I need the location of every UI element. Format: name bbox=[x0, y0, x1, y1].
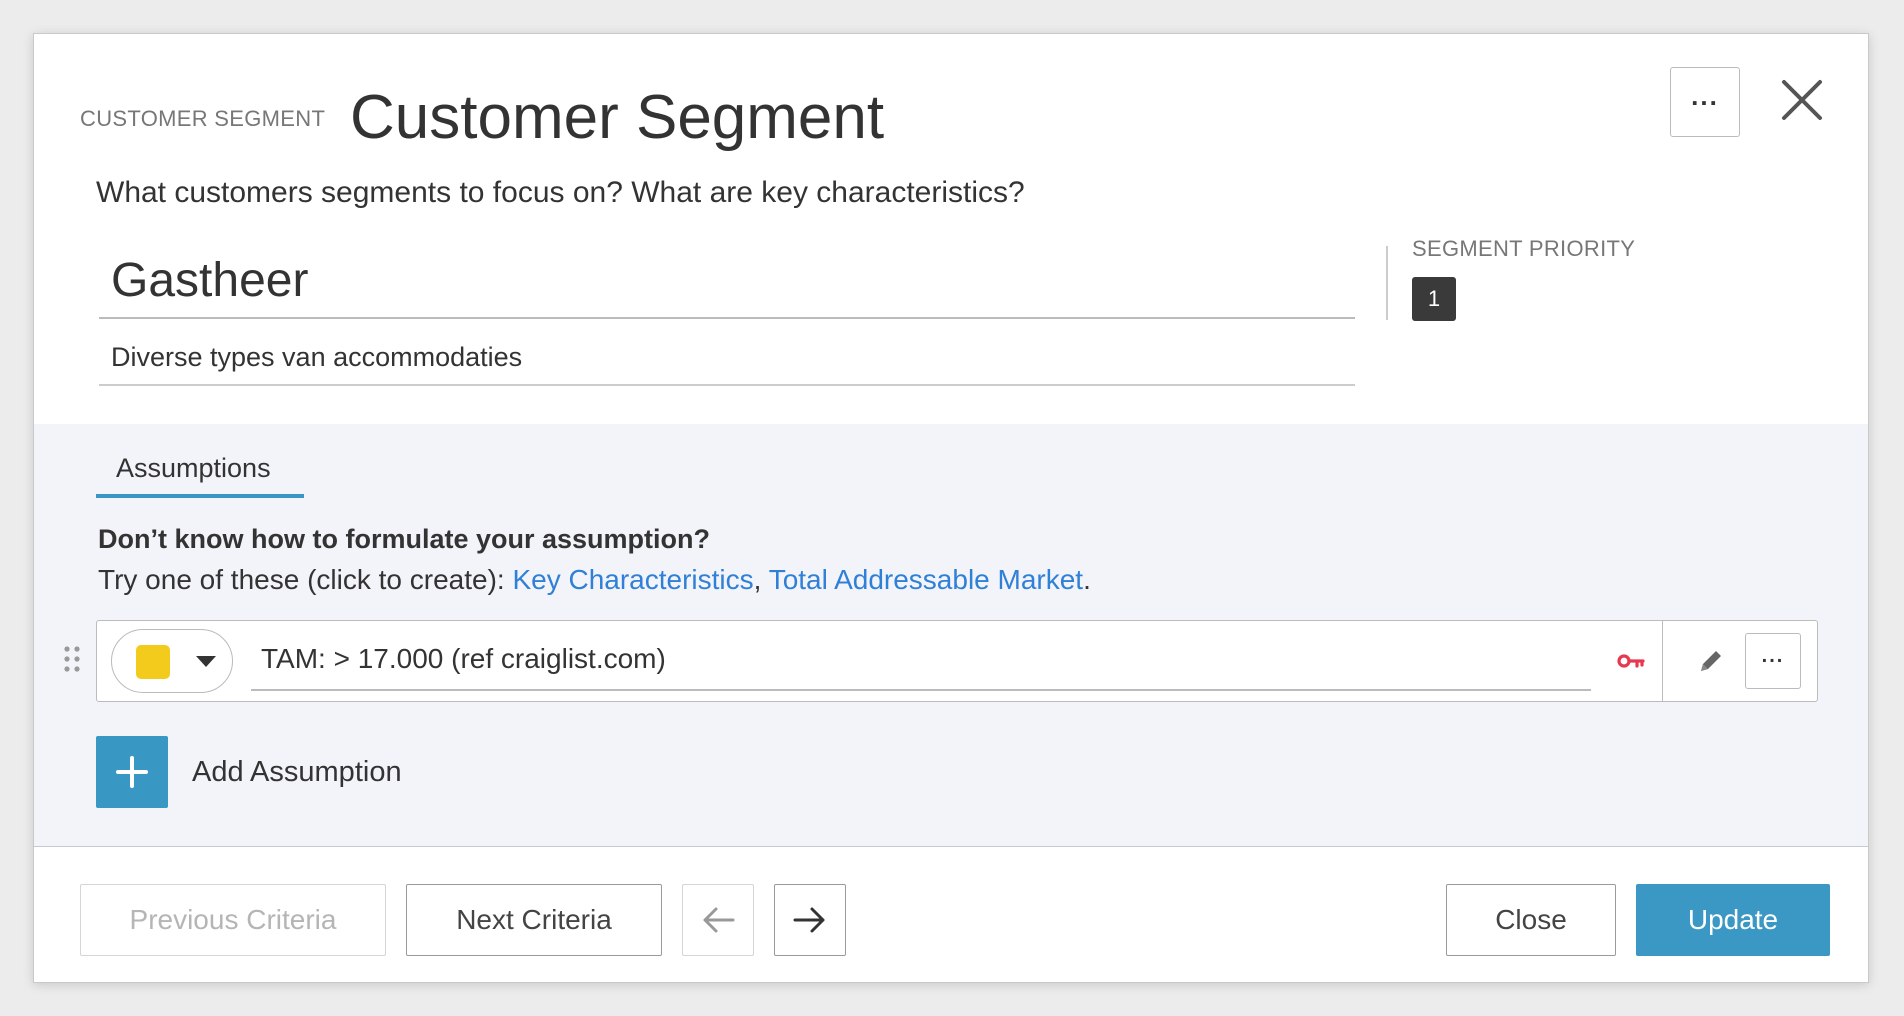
close-icon[interactable] bbox=[1774, 72, 1830, 128]
plus-icon bbox=[116, 756, 148, 788]
update-button[interactable]: Update bbox=[1636, 884, 1830, 956]
pencil-icon[interactable] bbox=[1695, 645, 1727, 677]
assumption-text-field[interactable] bbox=[251, 631, 1591, 691]
total-addressable-market-link[interactable]: Total Addressable Market bbox=[769, 564, 1083, 595]
segment-name-input[interactable] bbox=[99, 239, 1355, 322]
assumption-more-button[interactable]: ... bbox=[1745, 633, 1801, 689]
segment-priority-label: SEGMENT PRIORITY bbox=[1412, 236, 1636, 261]
segment-question: What customers segments to focus on? Wha… bbox=[96, 176, 1025, 209]
hint-separator: , bbox=[753, 564, 769, 595]
assumption-hint-prefix: Try one of these (click to create): bbox=[98, 564, 513, 595]
next-arrow-button[interactable] bbox=[774, 884, 846, 956]
color-swatch bbox=[136, 645, 170, 679]
segment-priority-badge[interactable]: 1 bbox=[1412, 277, 1456, 321]
customer-segment-dialog: CUSTOMER SEGMENT Customer Segment ... Wh… bbox=[33, 33, 1869, 983]
assumption-text-input[interactable] bbox=[251, 631, 1591, 687]
dialog-title: Customer Segment bbox=[350, 83, 885, 152]
dialog-type-label: CUSTOMER SEGMENT bbox=[80, 106, 326, 131]
key-characteristics-link[interactable]: Key Characteristics bbox=[512, 564, 753, 595]
assumption-hint-line: Try one of these (click to create): Key … bbox=[98, 564, 1091, 596]
more-icon: ... bbox=[1691, 81, 1719, 111]
segment-description-input[interactable] bbox=[99, 334, 1355, 381]
assumptions-panel: Assumptions Don’t know how to formulate … bbox=[34, 424, 1868, 847]
chevron-down-icon bbox=[196, 656, 216, 667]
assumption-row: ... bbox=[96, 620, 1818, 702]
more-options-button[interactable]: ... bbox=[1670, 67, 1740, 137]
hint-period: . bbox=[1083, 564, 1091, 595]
tab-assumptions[interactable]: Assumptions bbox=[96, 450, 304, 498]
vertical-divider bbox=[1386, 246, 1388, 320]
add-assumption-button[interactable] bbox=[96, 736, 168, 808]
row-divider bbox=[1662, 621, 1663, 701]
previous-criteria-button[interactable]: Previous Criteria bbox=[80, 884, 386, 956]
arrow-left-icon bbox=[703, 907, 735, 933]
key-icon[interactable] bbox=[1617, 649, 1645, 673]
add-assumption-label[interactable]: Add Assumption bbox=[192, 756, 402, 789]
more-icon: ... bbox=[1761, 645, 1785, 667]
segment-name-field[interactable] bbox=[99, 239, 1355, 322]
assumption-hint-title: Don’t know how to formulate your assumpt… bbox=[98, 524, 710, 554]
next-criteria-button[interactable]: Next Criteria bbox=[406, 884, 662, 956]
previous-arrow-button[interactable] bbox=[682, 884, 754, 956]
close-button[interactable]: Close bbox=[1446, 884, 1616, 956]
assumption-color-picker[interactable] bbox=[111, 629, 233, 693]
arrow-right-icon bbox=[793, 907, 825, 933]
segment-description-field[interactable] bbox=[99, 334, 1355, 386]
drag-handle-icon[interactable] bbox=[62, 644, 82, 674]
